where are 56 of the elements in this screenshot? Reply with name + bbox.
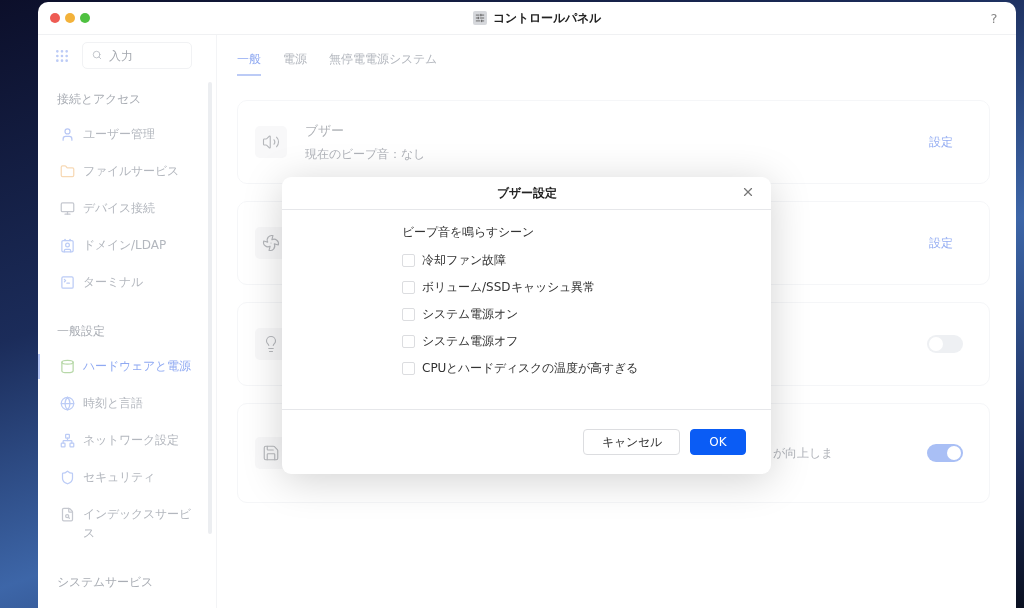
control-panel-icon xyxy=(473,11,487,25)
minimize-window-button[interactable] xyxy=(65,13,75,23)
sidebar-item[interactable]: セキュリティ xyxy=(38,459,216,496)
contact-card-icon xyxy=(60,238,75,253)
card-description: が向上しま xyxy=(773,444,834,462)
help-button[interactable]: ? xyxy=(984,10,1004,26)
network-icon xyxy=(60,433,75,448)
search-icon xyxy=(92,50,102,60)
tab[interactable]: 電源 xyxy=(283,44,307,76)
settings-link[interactable]: 設定 xyxy=(929,133,953,151)
checkbox-label: 冷却ファン故障 xyxy=(422,252,506,269)
sidebar-item[interactable]: デバイス接続 xyxy=(38,190,216,227)
sidebar-item[interactable]: 時刻と言語 xyxy=(38,385,216,422)
sidebar-item[interactable]: ネットワーク設定 xyxy=(38,422,216,459)
terminal-icon xyxy=(60,275,75,290)
checkbox[interactable] xyxy=(402,254,415,267)
index-icon xyxy=(60,507,75,522)
sidebar-item[interactable]: ハードウェアと電源 xyxy=(38,348,216,385)
checkbox-label: ボリューム/SSDキャッシュ異常 xyxy=(422,279,595,296)
checkbox[interactable] xyxy=(402,308,415,321)
checkbox[interactable] xyxy=(402,281,415,294)
checkbox[interactable] xyxy=(402,335,415,348)
user-icon xyxy=(60,127,75,142)
section-heading: システムサービス xyxy=(56,574,154,591)
checkbox[interactable] xyxy=(402,362,415,375)
cancel-button[interactable]: キャンセル xyxy=(583,429,680,455)
card-subtitle: 現在のビープ音：なし xyxy=(305,145,426,163)
zoom-window-button[interactable] xyxy=(80,13,90,23)
globe-icon xyxy=(60,396,75,411)
folder-icon xyxy=(60,164,75,179)
toggle-switch[interactable] xyxy=(927,444,963,462)
tab[interactable]: 一般 xyxy=(237,44,261,76)
checkbox-label: システム電源オフ xyxy=(422,333,518,350)
sidebar-item[interactable]: ファイルサービス xyxy=(38,153,216,190)
checkbox-label: システム電源オン xyxy=(422,306,518,323)
option-group-label: ビープ音を鳴らすシーン xyxy=(402,224,535,241)
close-window-button[interactable] xyxy=(50,13,60,23)
app-grid-icon[interactable] xyxy=(54,47,70,64)
monitor-icon xyxy=(60,201,75,216)
tab[interactable]: 無停電電源システム xyxy=(329,44,437,76)
sidebar-item[interactable]: インデックスサービス xyxy=(38,496,216,552)
section-heading: 一般設定 xyxy=(56,323,106,340)
sidebar-item[interactable]: ユーザー管理 xyxy=(38,116,216,153)
close-icon[interactable] xyxy=(741,185,755,199)
shield-icon xyxy=(60,470,75,485)
settings-link[interactable]: 設定 xyxy=(929,234,953,252)
sidebar-item[interactable]: ターミナル xyxy=(38,264,216,301)
sidebar-item[interactable]: ドメイン/LDAP xyxy=(38,227,216,264)
ok-button[interactable]: OK xyxy=(690,429,746,455)
card-title: ブザー xyxy=(305,121,345,140)
speaker-icon xyxy=(255,126,287,158)
window-title: コントロールパネル xyxy=(493,9,601,27)
dialog-title: ブザー設定 xyxy=(496,184,557,202)
search-field[interactable]: 入力 xyxy=(82,42,192,69)
checkbox-label: CPUとハードディスクの温度が高すぎる xyxy=(422,360,639,377)
section-heading: 接続とアクセス xyxy=(56,91,142,108)
